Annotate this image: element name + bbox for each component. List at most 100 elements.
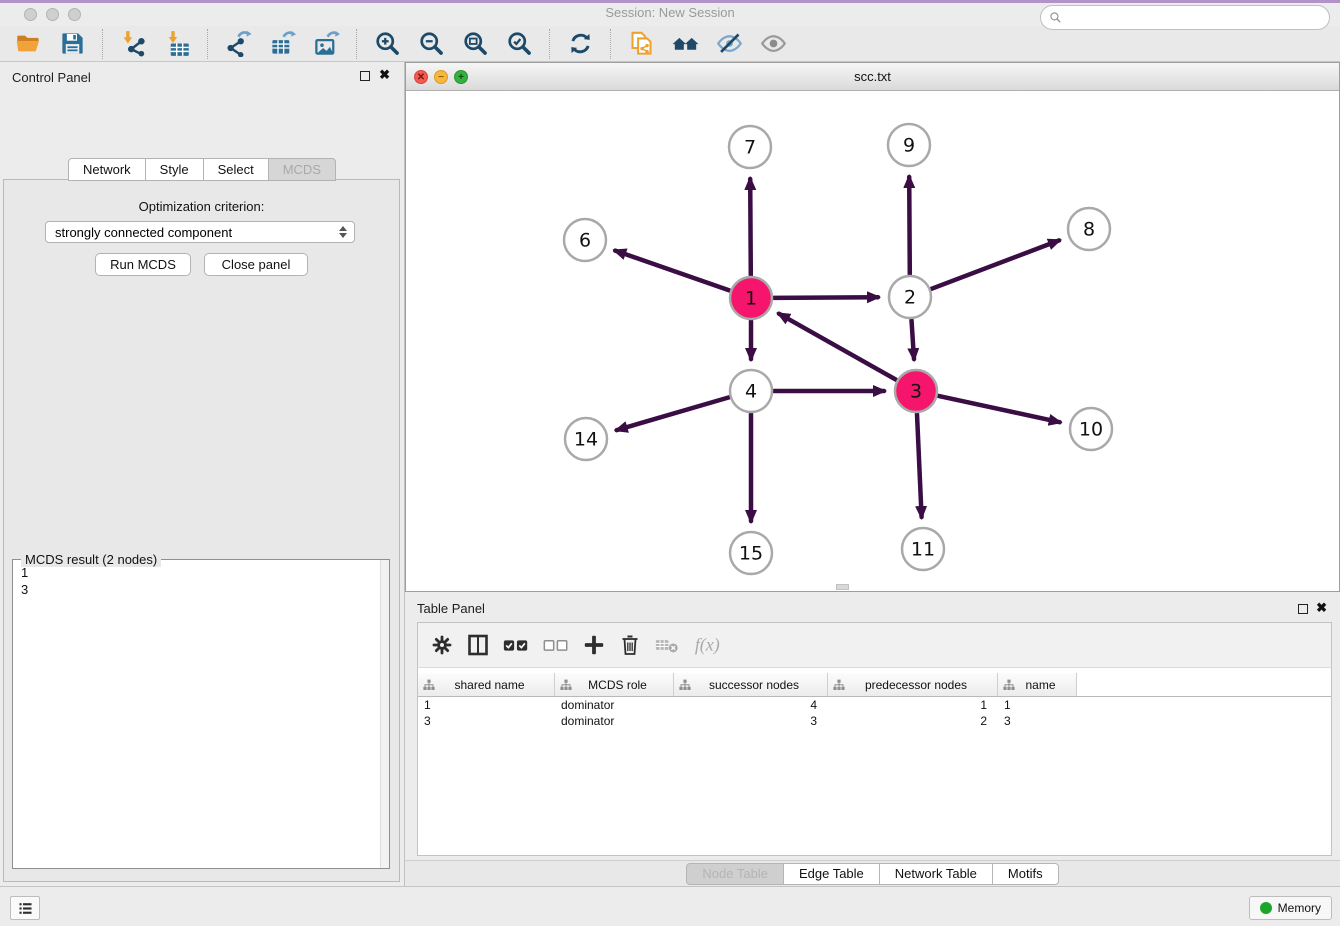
delete-column-icon <box>618 633 642 657</box>
show-all-button[interactable] <box>753 28 793 60</box>
mcds-result-title: MCDS result (2 nodes) <box>21 552 161 567</box>
edge-1-6[interactable] <box>615 251 729 291</box>
tab-motifs[interactable]: Motifs <box>992 863 1059 885</box>
control-panel-float-button[interactable] <box>360 71 370 81</box>
column-header-successor-nodes[interactable]: successor nodes <box>674 673 828 696</box>
node-11[interactable]: 11 <box>902 528 944 570</box>
import-table-button[interactable] <box>157 28 197 60</box>
column-header-mcds-role[interactable]: MCDS role <box>555 673 674 696</box>
svg-text:6: 6 <box>579 230 591 252</box>
zoom-in-button[interactable] <box>367 28 407 60</box>
open-folder-button[interactable] <box>8 28 48 60</box>
tab-node-table[interactable]: Node Table <box>686 863 784 885</box>
table-row[interactable]: 3dominator323 <box>418 714 1331 730</box>
import-network-button[interactable] <box>113 28 153 60</box>
node-7[interactable]: 7 <box>729 126 771 168</box>
table-panel-float-button[interactable] <box>1298 604 1308 614</box>
cell-successor-nodes[interactable]: 4 <box>674 698 828 714</box>
table-panel-title: Table Panel <box>417 601 485 616</box>
cell-shared-name[interactable]: 1 <box>418 698 555 714</box>
node-10[interactable]: 10 <box>1070 408 1112 450</box>
control-panel-tabs: NetworkStyleSelectMCDS <box>0 158 404 181</box>
node-9[interactable]: 9 <box>888 124 930 166</box>
network-window-titlebar[interactable]: ✕ − + scc.txt <box>406 63 1339 91</box>
hide-selected-button[interactable] <box>709 28 749 60</box>
node-3[interactable]: 3 <box>895 370 937 412</box>
edge-1-2[interactable] <box>774 297 878 298</box>
column-tree-icon <box>833 679 845 691</box>
search-input[interactable] <box>1067 10 1321 25</box>
network-hscroll-thumb[interactable] <box>836 584 849 590</box>
table-panel-close-button[interactable]: ✖ <box>1316 600 1327 616</box>
tab-mcds[interactable]: MCDS <box>268 158 336 181</box>
table-header-row: shared nameMCDS rolesuccessor nodesprede… <box>418 673 1331 697</box>
cell-name[interactable]: 1 <box>998 698 1077 714</box>
cell-name[interactable]: 3 <box>998 714 1077 730</box>
node-8[interactable]: 8 <box>1068 208 1110 250</box>
edge-2-9[interactable] <box>909 177 910 274</box>
select-all-button[interactable] <box>502 630 530 660</box>
criterion-select[interactable]: strongly connected component <box>45 221 355 243</box>
toolbar-separator <box>356 29 357 59</box>
node-15[interactable]: 15 <box>730 532 772 574</box>
node-2[interactable]: 2 <box>889 276 931 318</box>
close-panel-button[interactable]: Close panel <box>204 253 308 276</box>
export-table-button[interactable] <box>262 28 302 60</box>
column-header-predecessor-nodes[interactable]: predecessor nodes <box>828 673 998 696</box>
zoom-fit-button[interactable] <box>455 28 495 60</box>
edge-4-14[interactable] <box>617 397 729 430</box>
network-canvas[interactable]: 7 9 6 8 1 2 4 3 14 10 15 11 <box>406 91 1339 591</box>
control-panel-close-button[interactable]: ✖ <box>379 67 390 83</box>
export-image-button[interactable] <box>306 28 346 60</box>
tab-network[interactable]: Network <box>68 158 146 181</box>
edge-3-11[interactable] <box>917 414 922 517</box>
table-row[interactable]: 1dominator411 <box>418 698 1331 714</box>
node-6[interactable]: 6 <box>564 219 606 261</box>
home-button[interactable] <box>665 28 705 60</box>
toolbar-separator <box>102 29 103 59</box>
column-header-name[interactable]: name <box>998 673 1077 696</box>
settings-gear-button[interactable] <box>430 630 454 660</box>
tab-select[interactable]: Select <box>203 158 269 181</box>
cell-successor-nodes[interactable]: 3 <box>674 714 828 730</box>
tab-network-table[interactable]: Network Table <box>879 863 993 885</box>
cell-shared-name[interactable]: 3 <box>418 714 555 730</box>
edge-2-3[interactable] <box>912 320 915 359</box>
export-network-button[interactable] <box>218 28 258 60</box>
node-4[interactable]: 4 <box>730 370 772 412</box>
zoom-in-icon <box>374 30 401 57</box>
search-box[interactable] <box>1040 5 1330 30</box>
node-14[interactable]: 14 <box>565 418 607 460</box>
edge-3-1[interactable] <box>779 314 896 380</box>
edge-2-8[interactable] <box>932 240 1060 288</box>
table-body: 1dominator4113dominator323 <box>418 698 1331 730</box>
cell-predecessor-nodes[interactable]: 1 <box>828 698 998 714</box>
cell-mcds-role[interactable]: dominator <box>555 698 674 714</box>
edge-3-10[interactable] <box>939 396 1060 422</box>
zoom-selected-button[interactable] <box>499 28 539 60</box>
zoom-fit-icon <box>462 30 489 57</box>
tab-edge-table[interactable]: Edge Table <box>783 863 880 885</box>
zoom-out-button[interactable] <box>411 28 451 60</box>
result-scrollbar[interactable] <box>380 560 389 868</box>
deselect-all-button[interactable] <box>542 630 570 660</box>
split-panel-button[interactable] <box>466 630 490 660</box>
tab-style[interactable]: Style <box>145 158 204 181</box>
cell-mcds-role[interactable]: dominator <box>555 714 674 730</box>
edge-1-7[interactable] <box>750 179 751 275</box>
run-mcds-button[interactable]: Run MCDS <box>95 253 191 276</box>
toolbar-separator <box>610 29 611 59</box>
save-button[interactable] <box>52 28 92 60</box>
refresh-button[interactable] <box>560 28 600 60</box>
cell-predecessor-nodes[interactable]: 2 <box>828 714 998 730</box>
select-stepper-icon <box>339 226 347 238</box>
svg-text:4: 4 <box>745 381 757 403</box>
column-header-shared-name[interactable]: shared name <box>418 673 555 696</box>
add-column-button[interactable] <box>582 630 606 660</box>
memory-button[interactable]: Memory <box>1249 896 1332 920</box>
clone-network-button[interactable] <box>621 28 661 60</box>
node-1[interactable]: 1 <box>730 277 772 319</box>
memory-status-icon <box>1260 902 1272 914</box>
delete-column-button[interactable] <box>618 630 642 660</box>
command-panel-button[interactable] <box>10 896 40 920</box>
